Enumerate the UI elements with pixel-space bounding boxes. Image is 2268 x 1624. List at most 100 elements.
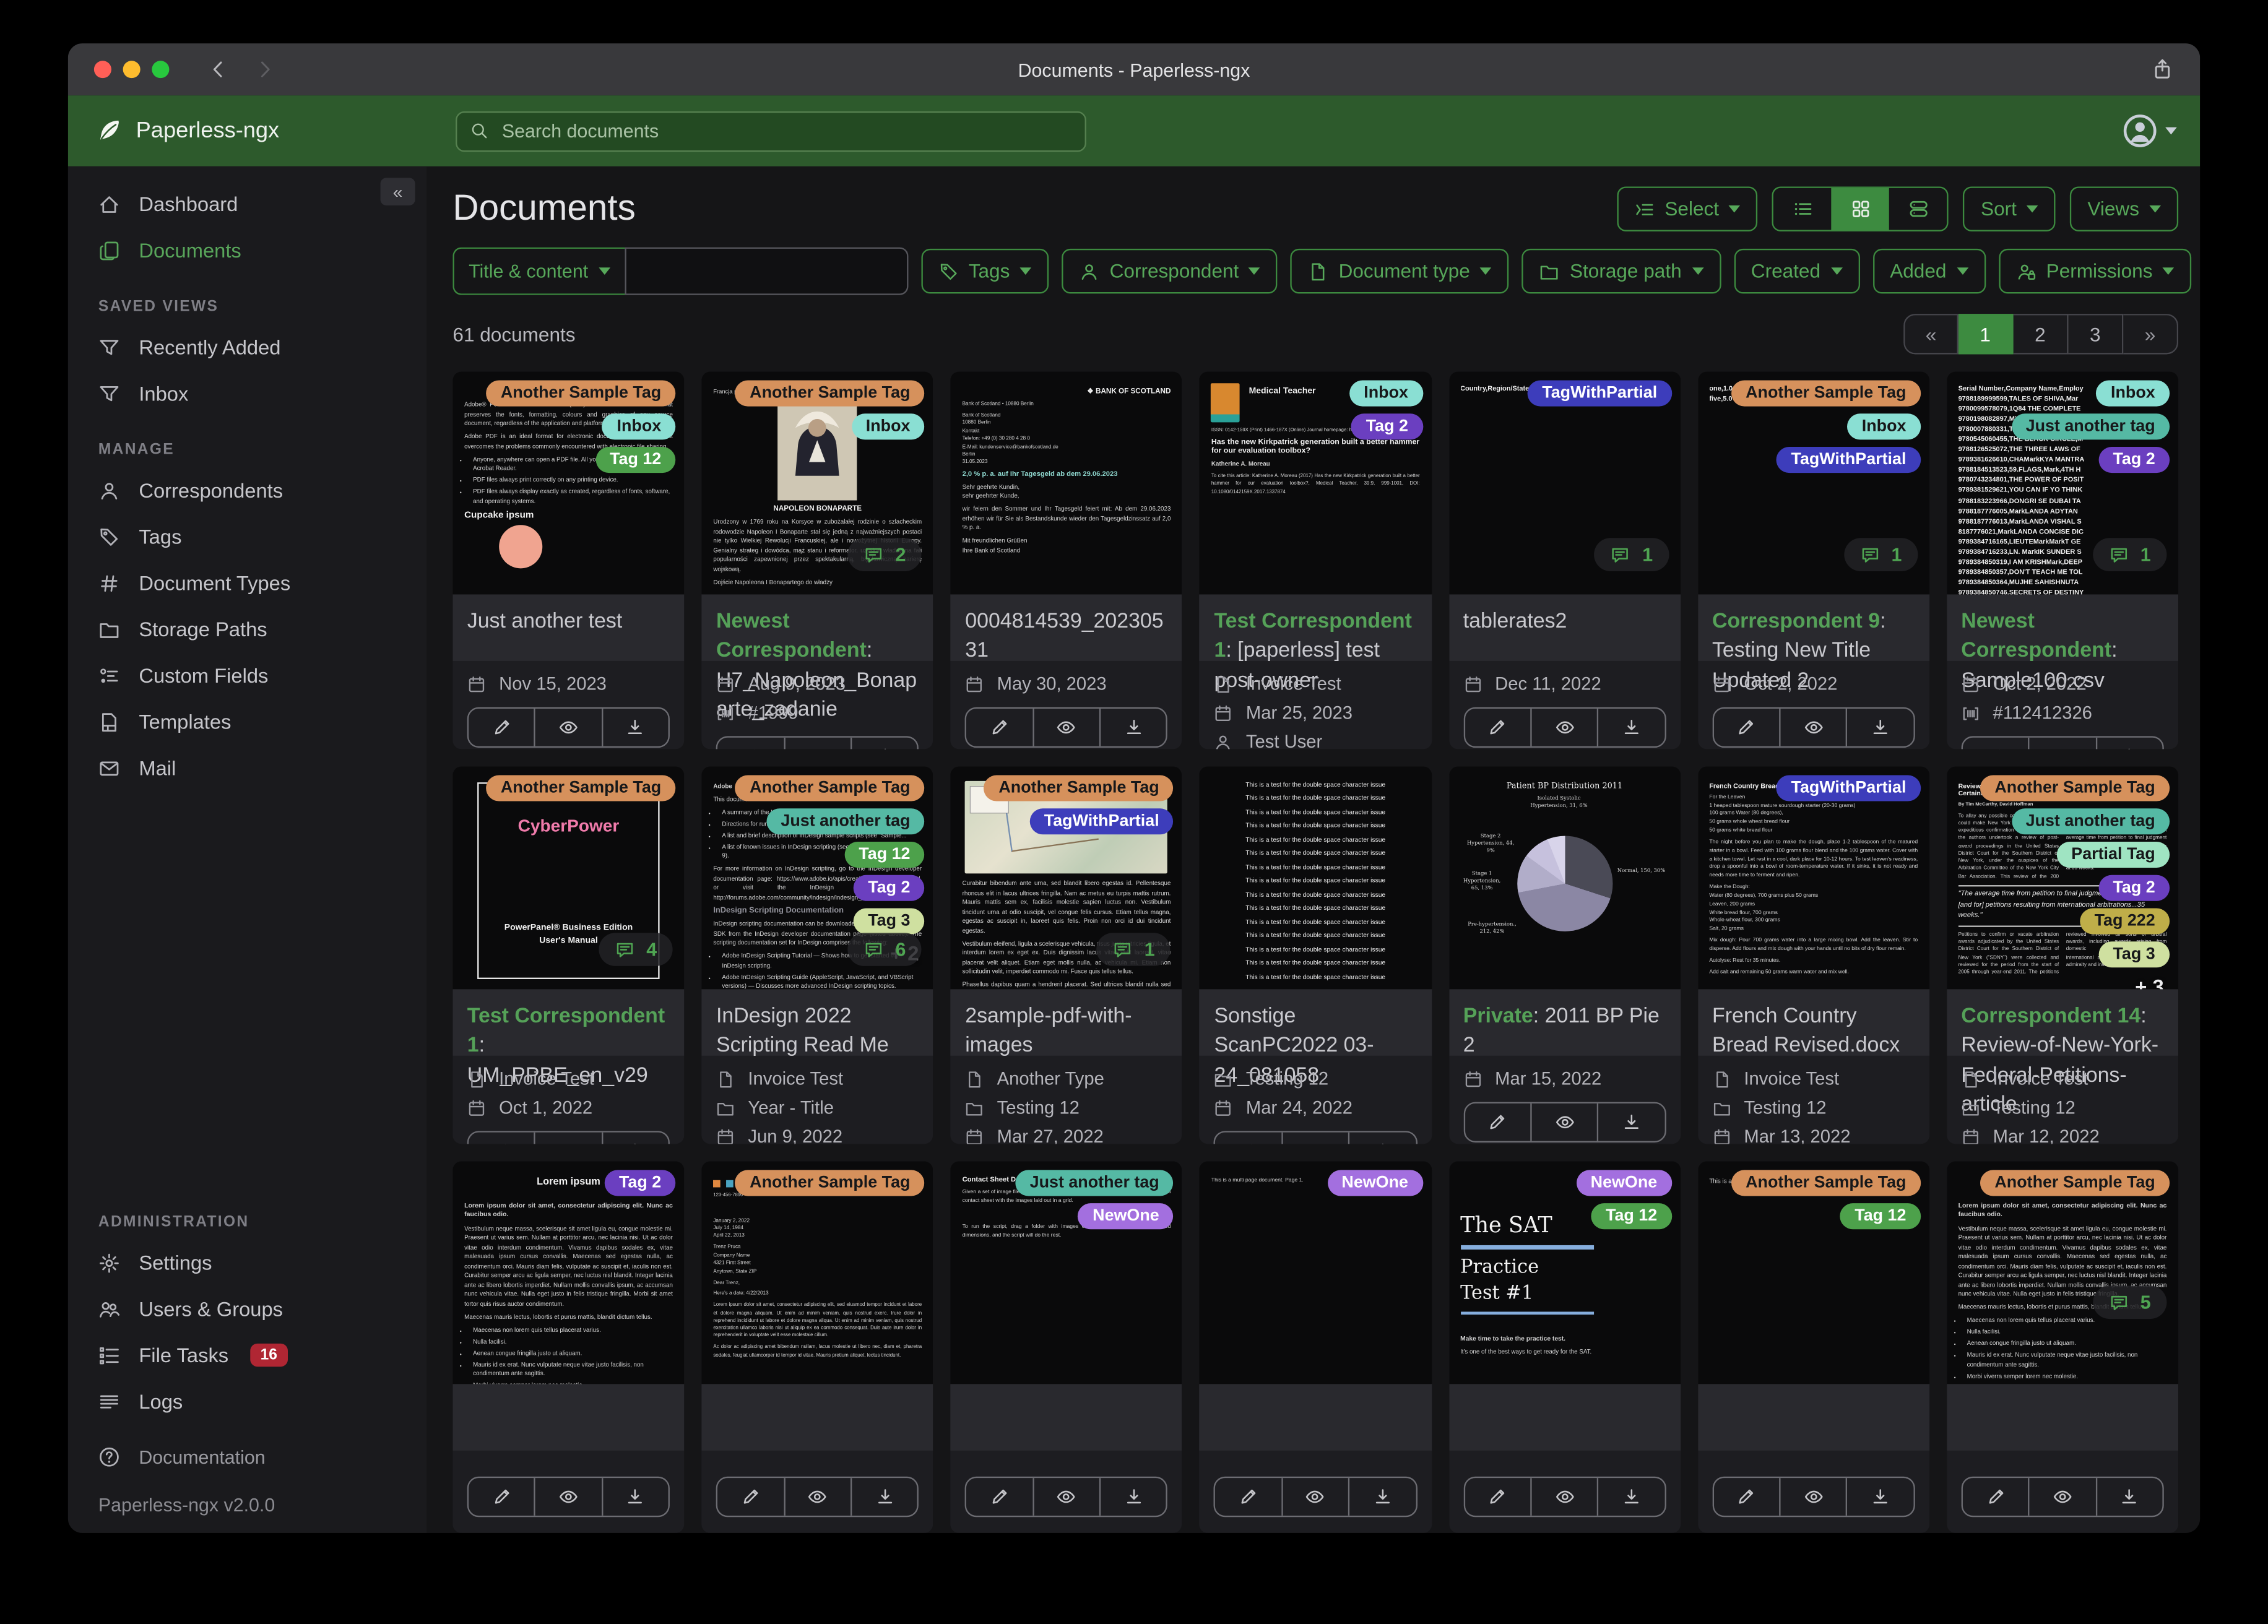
views-button[interactable]: Views	[2070, 186, 2179, 231]
download-document-button[interactable]	[850, 737, 917, 749]
tag-pill[interactable]: Another Sample Tag	[1731, 380, 1921, 407]
tag-pill[interactable]: Tag 12	[1591, 1203, 1672, 1230]
preview-document-button[interactable]	[2028, 1478, 2095, 1516]
sidebar-item-storage-paths[interactable]: Storage Paths	[68, 606, 427, 652]
download-document-button[interactable]	[1846, 708, 1913, 746]
document-thumbnail[interactable]: Lorem ipsumLorem ipsum dolor sit amet, c…	[452, 1161, 685, 1384]
tag-pill[interactable]: TagWithPartial	[1029, 808, 1174, 835]
edit-document-button[interactable]	[469, 1478, 534, 1516]
comment-count-badge[interactable]: 1	[1843, 538, 1918, 572]
download-document-button[interactable]	[601, 1132, 668, 1144]
tag-pill[interactable]: Another Sample Tag	[735, 1170, 925, 1196]
document-correspondent[interactable]: Newest Correspondent	[1961, 610, 2111, 663]
document-card[interactable]: AdobeThis document contains information …	[701, 766, 933, 1144]
document-thumbnail[interactable]: This is a multi page document. Page 1. Ne…	[1200, 1161, 1432, 1384]
edit-document-button[interactable]	[1963, 1478, 2028, 1516]
edit-document-button[interactable]	[1713, 709, 1779, 746]
permissions-filter-button[interactable]: Permissions	[1998, 248, 2192, 294]
document-card[interactable]: Lorem ipsumLorem ipsum dolor sit amet, c…	[1946, 1161, 2179, 1533]
edit-document-button[interactable]	[1465, 1104, 1530, 1141]
document-thumbnail[interactable]: Lorem ipsumLorem ipsum dolor sit amet, c…	[1946, 1161, 2179, 1384]
edit-document-button[interactable]	[1465, 1478, 1530, 1516]
preview-document-button[interactable]	[1779, 708, 1846, 746]
document-title[interactable]: InDesign 2022 Scripting Read Me	[701, 989, 933, 1058]
tag-pill[interactable]: Another Sample Tag	[486, 775, 676, 801]
sidebar-item-documents[interactable]: Documents	[68, 227, 427, 274]
tag-pill[interactable]: Partial Tag	[2056, 841, 2170, 868]
document-card[interactable]: one,1.0 five,5.0 Another Sample Tag Inbox T…	[1697, 371, 1929, 749]
tag-pill[interactable]: Tag 12	[1840, 1203, 1921, 1230]
document-correspondent[interactable]: Correspondent 9	[1712, 610, 1880, 633]
tag-pill[interactable]: Just another tag	[766, 808, 925, 835]
document-thumbnail[interactable]: This is a test for the double space char…	[1200, 766, 1432, 990]
document-title[interactable]: Correspondent 9: Testing New Title Updat…	[1697, 594, 1929, 692]
page-prev-button[interactable]: «	[1903, 314, 1959, 355]
document-title[interactable]	[1448, 1384, 1681, 1451]
document-title[interactable]: Correspondent 14: Review-of-New-York-Fed…	[1946, 989, 2179, 1116]
comment-count-badge[interactable]: 5	[2092, 1285, 2167, 1320]
sidebar-item-document-types[interactable]: Document Types	[68, 559, 427, 606]
tags-filter-button[interactable]: Tags	[920, 248, 1049, 294]
tag-pill[interactable]: Another Sample Tag	[735, 775, 925, 801]
document-thumbnail[interactable]: Serial Number,Company Name,Employ 978818…	[1946, 371, 2179, 595]
sidebar-item-settings[interactable]: Settings	[68, 1240, 427, 1286]
document-card[interactable]: Review of of Arbitral Awards Shows Swift…	[1946, 766, 2179, 1144]
comment-count-badge[interactable]: 6	[847, 933, 922, 966]
download-document-button[interactable]	[1597, 708, 1664, 746]
tag-pill[interactable]: Inbox	[1847, 413, 1921, 440]
download-document-button[interactable]	[601, 1478, 668, 1516]
user-menu[interactable]	[2122, 113, 2177, 149]
preview-document-button[interactable]	[534, 1478, 601, 1516]
document-correspondent[interactable]: Private	[1463, 1005, 1533, 1028]
tag-pill[interactable]: Another Sample Tag	[735, 380, 925, 407]
storage-path-filter-button[interactable]: Storage path	[1521, 248, 1721, 294]
tag-pill[interactable]: Just another tag	[2011, 808, 2170, 835]
document-thumbnail[interactable]: Adobe Acrobat PDF FilesAdobe® Portable D…	[452, 371, 685, 595]
document-card[interactable]: Test Name123-456-7890January 2, 2022 Jul…	[701, 1161, 933, 1533]
document-card[interactable]: Adobe Acrobat PDF FilesAdobe® Portable D…	[452, 371, 685, 749]
document-thumbnail[interactable]: Test Name123-456-7890January 2, 2022 Jul…	[701, 1161, 933, 1384]
tag-pill[interactable]: Tag 3	[853, 908, 925, 935]
document-title[interactable]: Newest Correspondent: Sample100.csv	[1946, 594, 2179, 692]
preview-document-button[interactable]	[1032, 1478, 1099, 1516]
document-card[interactable]: Curabitur bibendum ante urna, sed blandi…	[950, 766, 1183, 1144]
download-document-button[interactable]	[1597, 1103, 1664, 1141]
document-card[interactable]: ❖ BANK OF SCOTLAND Bank of Scotland • 108…	[950, 371, 1183, 749]
tag-pill[interactable]: Another Sample Tag	[1731, 1170, 1921, 1196]
tag-pill[interactable]: Just another tag	[2011, 413, 2170, 440]
page-next-button[interactable]: »	[2123, 314, 2179, 355]
preview-document-button[interactable]	[1281, 1132, 1348, 1144]
download-document-button[interactable]	[1846, 1478, 1913, 1516]
tag-pill[interactable]: Inbox	[2096, 380, 2170, 407]
edit-document-button[interactable]	[1465, 709, 1530, 746]
download-document-button[interactable]	[1597, 1478, 1664, 1516]
document-title[interactable]	[452, 1384, 685, 1451]
document-title[interactable]	[1697, 1384, 1929, 1451]
tag-pill[interactable]: TagWithPartial	[1777, 447, 1921, 473]
tag-pill[interactable]: Tag 2	[2098, 875, 2170, 901]
tag-pill[interactable]: Tag 12	[595, 447, 676, 473]
sidebar-item-custom-fields[interactable]: Custom Fields	[68, 652, 427, 699]
document-card[interactable]: Contact Sheet Demo Given a set of image f…	[950, 1161, 1183, 1533]
view-detail-button[interactable]	[1890, 188, 1947, 230]
document-card[interactable]: This is a test for the double space char…	[1200, 766, 1432, 1144]
sidebar-item-documentation[interactable]: Documentation	[68, 1433, 427, 1480]
preview-document-button[interactable]	[2028, 737, 2095, 749]
document-thumbnail[interactable]: French Country Bread For the Leaven 1 hea…	[1697, 766, 1929, 990]
document-card[interactable]: Country,Region/State,"... TagWithPartial 1…	[1448, 371, 1681, 749]
edit-document-button[interactable]	[967, 1478, 1032, 1516]
document-correspondent[interactable]: Test Correspondent 1	[467, 1005, 665, 1058]
view-grid-button[interactable]	[1832, 188, 1890, 230]
sidebar-item-dashboard[interactable]: Dashboard	[68, 181, 427, 227]
title-content-input[interactable]	[624, 247, 908, 295]
document-title[interactable]: Test Correspondent 1: UM_PPBE_en_v29	[452, 989, 685, 1087]
tag-pill[interactable]: Another Sample Tag	[984, 775, 1174, 801]
document-thumbnail[interactable]: Review of of Arbitral Awards Shows Swift…	[1946, 766, 2179, 990]
sidebar-item-users-groups[interactable]: Users & Groups	[68, 1285, 427, 1332]
download-document-button[interactable]	[601, 708, 668, 746]
page-2-button[interactable]: 2	[2013, 314, 2069, 355]
tag-pill[interactable]: Just another tag	[1015, 1170, 1174, 1196]
app-brand[interactable]: Paperless-ngx	[95, 117, 279, 144]
tag-pill[interactable]: Another Sample Tag	[486, 380, 676, 407]
document-card[interactable]: Francja pod rządami NapoleonaNAPOLEON BO…	[701, 371, 933, 749]
